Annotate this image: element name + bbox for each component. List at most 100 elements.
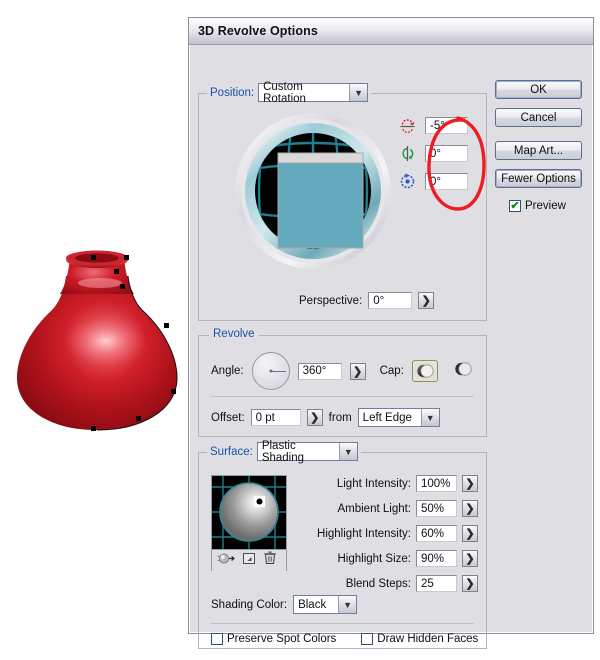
- perspective-field[interactable]: 0°: [368, 292, 413, 309]
- angle-label: Angle:: [211, 365, 244, 377]
- ambient-light-row: Ambient Light: 50% ❯: [302, 500, 478, 517]
- ambient-light-value: 50%: [421, 502, 445, 515]
- surface-shading-select[interactable]: Plastic Shading ▼: [256, 440, 358, 464]
- surface-fields: Light Intensity: 100% ❯ Ambient Light: 5…: [302, 475, 478, 592]
- fewer-options-button-label: Fewer Options: [501, 172, 576, 185]
- blend-steps-label: Blend Steps:: [345, 577, 411, 590]
- rotate-z-row: 0°: [399, 173, 468, 190]
- angle-field[interactable]: 360°: [297, 362, 342, 380]
- revolve-group-label: Revolve: [209, 328, 259, 340]
- ok-button-label: OK: [530, 83, 547, 96]
- blend-steps-field[interactable]: 25: [416, 575, 457, 592]
- cap-off-icon: [455, 361, 472, 376]
- ambient-light-label: Ambient Light:: [337, 502, 411, 515]
- ambient-light-stepper[interactable]: ❯: [462, 500, 478, 517]
- revolve-group: Revolve Angle: 360° ❯ Cap: Offset: 0 pt …: [198, 328, 487, 437]
- light-intensity-row: Light Intensity: 100% ❯: [302, 475, 478, 492]
- checkmark-icon: ✔: [510, 199, 520, 212]
- highlight-intensity-field[interactable]: 60%: [416, 525, 457, 542]
- chevron-down-icon[interactable]: ▼: [420, 409, 439, 426]
- map-art-button[interactable]: Map Art...: [495, 141, 582, 160]
- light-intensity-value: 100%: [421, 477, 451, 490]
- highlight-intensity-stepper[interactable]: ❯: [462, 525, 478, 542]
- angle-dial-hub: [269, 369, 273, 373]
- ambient-light-field[interactable]: 50%: [416, 500, 457, 517]
- shading-color-row: Shading Color: Black ▼: [211, 595, 358, 614]
- surface-shading-value: Plastic Shading: [257, 440, 339, 464]
- cap-on-icon: [417, 364, 434, 378]
- perspective-value: 0°: [373, 294, 385, 307]
- rotate-z-icon[interactable]: [399, 173, 416, 190]
- preserve-spot-colors-label: Preserve Spot Colors: [227, 633, 337, 645]
- rotate-x-value: -5°: [430, 119, 445, 132]
- light-intensity-stepper[interactable]: ❯: [462, 475, 478, 492]
- rotate-x-field[interactable]: -5°: [425, 117, 468, 134]
- shading-color-label: Shading Color:: [211, 598, 288, 611]
- draw-hidden-faces-checkbox[interactable]: Draw Hidden Faces: [361, 633, 478, 645]
- red-vase-3d-object[interactable]: [8, 238, 186, 438]
- rotate-y-field[interactable]: 0°: [425, 145, 468, 162]
- revolve-divider: [211, 396, 474, 397]
- angle-dial-needle: [270, 371, 286, 372]
- offset-from-select[interactable]: Left Edge ▼: [357, 408, 440, 427]
- dialog-titlebar: 3D Revolve Options: [189, 18, 593, 45]
- angle-value: 360°: [302, 365, 327, 377]
- surface-group: Surface: Plastic Shading ▼ Light Intensi…: [198, 440, 487, 649]
- draw-hidden-faces-box[interactable]: [361, 633, 374, 645]
- offset-stepper[interactable]: ❯: [306, 409, 323, 426]
- screen: 3D Revolve Options OK Cancel Map Art... …: [0, 0, 600, 660]
- highlight-size-value: 90%: [421, 552, 445, 565]
- chevron-down-icon[interactable]: ▼: [338, 596, 357, 613]
- chevron-down-icon[interactable]: ▼: [338, 443, 357, 460]
- surface-checkboxes: Preserve Spot Colors Draw Hidden Faces: [211, 633, 478, 645]
- preview-checkbox-box[interactable]: ✔: [509, 200, 521, 212]
- rotate-x-icon[interactable]: [399, 117, 416, 134]
- perspective-stepper[interactable]: ❯: [418, 292, 435, 309]
- light-preview-panel[interactable]: [211, 475, 287, 571]
- cap-off-button[interactable]: [454, 360, 472, 383]
- new-light-icon[interactable]: [217, 552, 235, 570]
- preserve-spot-colors-checkbox[interactable]: Preserve Spot Colors: [211, 633, 336, 645]
- light-intensity-field[interactable]: 100%: [416, 475, 457, 492]
- angle-stepper[interactable]: ❯: [349, 362, 366, 380]
- light-intensity-label: Light Intensity:: [336, 477, 411, 490]
- surface-divider: [211, 623, 474, 624]
- position-group-header: Position: Custom Rotation ▼: [207, 81, 372, 105]
- cap-label: Cap:: [379, 365, 404, 377]
- perspective-row: Perspective: 0° ❯: [299, 292, 435, 309]
- delete-light-icon[interactable]: [263, 551, 277, 570]
- dialog-body: OK Cancel Map Art... Fewer Options ✔ Pre…: [189, 45, 593, 649]
- offset-field[interactable]: 0 pt: [250, 409, 301, 426]
- offset-from-value: Left Edge: [358, 409, 421, 426]
- angle-dial[interactable]: [251, 352, 290, 390]
- duplicate-light-icon[interactable]: [242, 552, 256, 570]
- rotate-z-field[interactable]: 0°: [425, 173, 468, 190]
- position-group: Position: Custom Rotation ▼ -5° 0° 0° Pe…: [198, 81, 487, 321]
- preview-checkbox[interactable]: ✔ Preview: [509, 200, 566, 212]
- highlight-size-row: Highlight Size: 90% ❯: [302, 550, 478, 567]
- offset-from-label: from: [328, 411, 352, 424]
- cap-on-button[interactable]: [411, 360, 438, 382]
- light-buttons-bar: [212, 549, 286, 571]
- offset-label: Offset:: [211, 411, 245, 424]
- angle-row: Angle: 360° ❯ Cap:: [211, 352, 472, 390]
- rotate-y-icon[interactable]: [399, 145, 416, 162]
- blend-steps-stepper[interactable]: ❯: [462, 575, 478, 592]
- blend-steps-row: Blend Steps: 25 ❯: [302, 575, 478, 592]
- ok-button[interactable]: OK: [495, 80, 582, 99]
- preserve-spot-colors-box[interactable]: [211, 633, 223, 645]
- light-preview-sphere[interactable]: [212, 476, 286, 549]
- surface-group-header: Surface: Plastic Shading ▼: [207, 440, 361, 464]
- highlight-intensity-value: 60%: [421, 527, 445, 540]
- shading-color-select[interactable]: Black ▼: [293, 595, 358, 614]
- chevron-down-icon[interactable]: ▼: [349, 84, 368, 101]
- cancel-button[interactable]: Cancel: [495, 108, 582, 127]
- offset-value: 0 pt: [255, 411, 275, 424]
- highlight-intensity-row: Highlight Intensity: 60% ❯: [302, 525, 478, 542]
- position-preset-select[interactable]: Custom Rotation ▼: [258, 81, 369, 105]
- highlight-size-stepper[interactable]: ❯: [462, 550, 478, 567]
- position-track-cube[interactable]: [233, 111, 393, 271]
- fewer-options-button[interactable]: Fewer Options: [495, 169, 582, 188]
- highlight-size-field[interactable]: 90%: [416, 550, 457, 567]
- shading-color-value: Black: [294, 596, 339, 613]
